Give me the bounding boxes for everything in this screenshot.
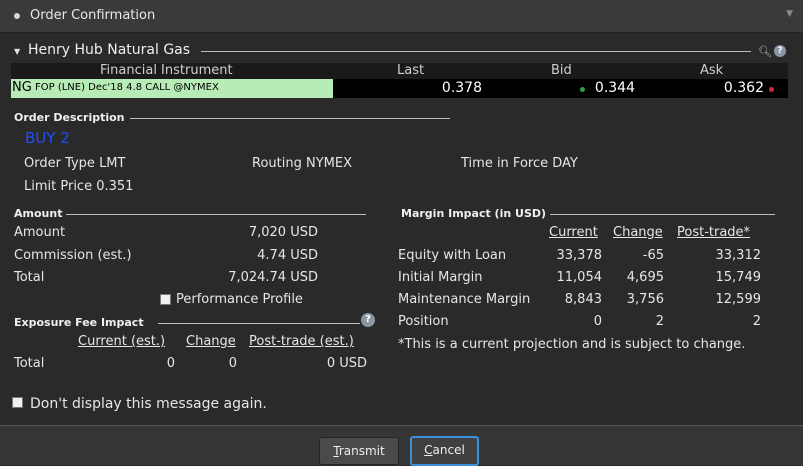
instrument-cell[interactable]: NG FOP (LNE) Dec'18 4.8 CALL @NYMEX [11,79,333,98]
window-icon [14,13,20,19]
margin-header-post: Post-trade* [677,225,751,240]
position-change: 2 [655,314,664,329]
dont-display-label[interactable]: Don't display this message again. [30,396,267,412]
dialog-footer [0,425,803,465]
equity-with-loan-current: 33,378 [556,248,603,263]
limit-price: Limit Price 0.351 [24,179,134,194]
exposure-change: 0 [228,356,237,371]
instrument-symbol: NG [12,80,32,95]
collapse-icon[interactable]: ▼ [14,47,20,56]
amount-value: 7,020 USD [248,225,318,240]
window-title: Order Confirmation [30,8,156,23]
bid-up-indicator [580,87,585,92]
maintenance-margin-post: 12,599 [715,292,762,307]
amount-label: Amount [14,225,66,240]
help-icon[interactable]: ? [361,313,375,327]
header-bid: Bid [551,63,572,78]
commission-label: Commission (est.) [14,248,132,263]
exposure-header-change: Change [186,334,236,349]
maintenance-margin-change: 3,756 [626,292,664,307]
header-ask: Ask [700,63,724,78]
position-label: Position [398,314,449,329]
exposure-current: 0 [166,356,175,371]
exposure-header-post: Post-trade (est.) [249,334,354,349]
margin-impact-title: Margin Impact (in USD) [401,207,547,220]
total-label: Total [14,270,45,285]
transmit-label: ransmit [338,444,385,458]
divider [201,51,751,52]
equity-with-loan-label: Equity with Loan [398,248,507,263]
instrument-description: FOP (LNE) Dec'18 4.8 CALL @NYMEX [35,82,219,93]
header-financial-instrument: Financial Instrument [100,63,233,78]
magnifier-icon[interactable]: 🔍︎ [758,45,772,58]
position-post: 2 [752,314,761,329]
commission-value: 4.74 USD [257,248,318,263]
time-in-force: Time in Force DAY [461,156,578,171]
initial-margin-current: 11,054 [556,270,603,285]
bid-price: 0.344 [594,80,635,96]
cancel-label: ancel [432,443,465,457]
help-icon[interactable]: ? [774,45,786,57]
margin-header-change: Change [613,225,663,240]
transmit-button[interactable]: Transmit [319,437,399,465]
equity-with-loan-post: 33,312 [715,248,762,263]
amount-title: Amount [14,207,63,220]
routing: Routing NYMEX [252,156,352,171]
initial-margin-label: Initial Margin [398,270,483,285]
cancel-accelerator: C [424,443,433,457]
exposure-total-label: Total [14,356,45,371]
cancel-button[interactable]: Cancel [410,436,479,466]
maintenance-margin-current: 8,843 [564,292,602,307]
total-value: 7,024.74 USD [228,270,318,285]
dont-display-checkbox[interactable] [12,397,23,408]
exposure-fee-title: Exposure Fee Impact [14,316,144,329]
order-type: Order Type LMT [24,156,126,171]
ask-price: 0.362 [723,80,764,96]
projection-note: *This is a current projection and is sub… [398,337,746,352]
initial-margin-post: 15,749 [715,270,762,285]
initial-margin-change: 4,695 [626,270,664,285]
divider [550,214,775,215]
performance-profile-label[interactable]: Performance Profile [176,292,303,307]
performance-profile-checkbox[interactable] [160,294,171,305]
title-bar: Order Confirmation ▼ [0,0,803,33]
exposure-post: 0 USD [326,356,367,371]
position-current: 0 [593,314,602,329]
divider [158,323,360,324]
maintenance-margin-label: Maintenance Margin [398,292,531,307]
header-last: Last [397,63,425,78]
panel-title: Henry Hub Natural Gas [28,42,191,58]
last-price: 0.378 [441,80,482,96]
order-action: BUY 2 [25,129,70,147]
margin-header-current: Current [549,225,598,240]
chevron-down-icon[interactable]: ▼ [786,9,793,19]
ask-down-indicator [769,87,774,92]
divider [66,214,366,215]
divider [130,118,450,119]
equity-with-loan-change: -65 [642,248,664,263]
exposure-header-current: Current (est.) [78,334,166,349]
order-description-title: Order Description [14,111,125,124]
